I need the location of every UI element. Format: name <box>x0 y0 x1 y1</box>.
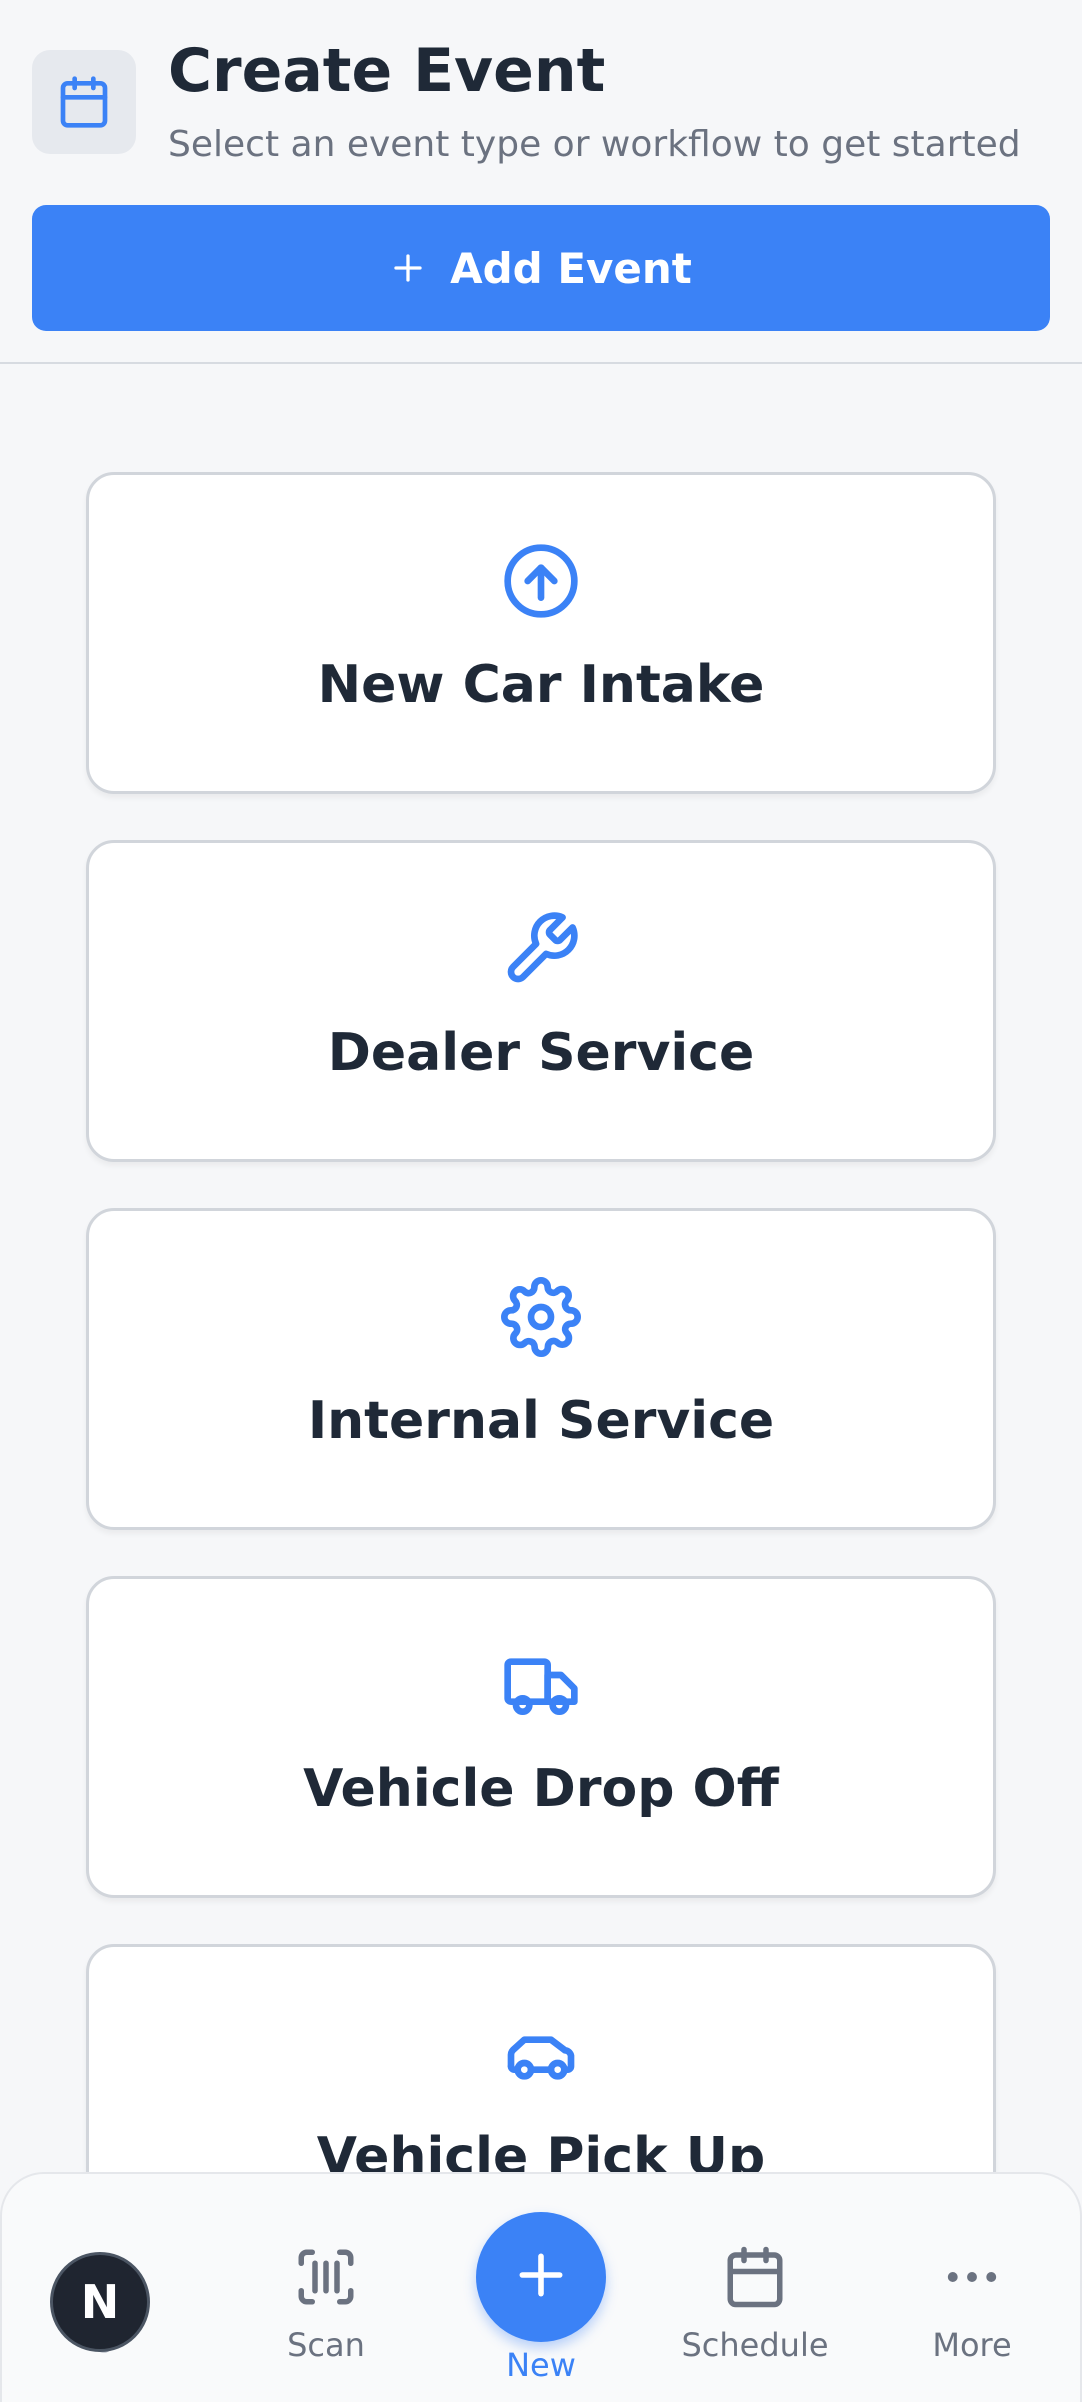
add-event-button[interactable]: Add Event <box>32 205 1050 331</box>
event-card-label: Internal Service <box>307 1391 775 1451</box>
calendar-icon <box>32 50 136 154</box>
nav-more[interactable]: More <box>882 2244 1062 2364</box>
nav-schedule-label: Schedule <box>681 2326 829 2364</box>
event-card-label: Dealer Service <box>327 1023 755 1083</box>
add-event-label: Add Event <box>450 243 692 293</box>
event-type-list: New Car Intake Dealer Service Internal S… <box>0 364 1082 2174</box>
create-event-page: Create Event Select an event type or wor… <box>0 0 1082 2402</box>
avatar-initial: N <box>80 2275 120 2329</box>
avatar[interactable]: N <box>50 2252 150 2352</box>
nav-more-label: More <box>932 2326 1012 2364</box>
nav-scan[interactable]: Scan <box>236 2244 416 2364</box>
event-card-dealer-service[interactable]: Dealer Service <box>86 840 996 1162</box>
car-icon <box>89 2013 993 2097</box>
arrow-up-circle-icon <box>89 541 993 625</box>
gear-icon <box>89 1277 993 1361</box>
event-card-vehicle-pick-up[interactable]: Vehicle Pick Up <box>86 1944 996 2174</box>
wrench-icon <box>89 909 993 993</box>
truck-icon <box>89 1645 993 1729</box>
plus-icon <box>390 250 426 286</box>
nav-new-label[interactable]: New <box>476 2346 606 2384</box>
event-card-new-car-intake[interactable]: New Car Intake <box>86 472 996 794</box>
event-card-label: New Car Intake <box>317 655 765 715</box>
calendar-icon <box>722 2244 788 2314</box>
nav-schedule[interactable]: Schedule <box>665 2244 845 2364</box>
event-card-vehicle-drop-off[interactable]: Vehicle Drop Off <box>86 1576 996 1898</box>
nav-new-button[interactable] <box>476 2212 606 2342</box>
event-card-label: Vehicle Drop Off <box>303 1759 779 1819</box>
page-title: Create Event <box>168 36 606 106</box>
barcode-scan-icon <box>293 2244 359 2314</box>
page-subtitle: Select an event type or workflow to get … <box>168 124 1021 165</box>
nav-scan-label: Scan <box>287 2326 365 2364</box>
header: Create Event Select an event type or wor… <box>0 0 1082 364</box>
event-card-label: Vehicle Pick Up <box>316 2127 766 2174</box>
more-dots-icon <box>939 2244 1005 2314</box>
event-card-internal-service[interactable]: Internal Service <box>86 1208 996 1530</box>
plus-icon <box>513 2247 569 2307</box>
